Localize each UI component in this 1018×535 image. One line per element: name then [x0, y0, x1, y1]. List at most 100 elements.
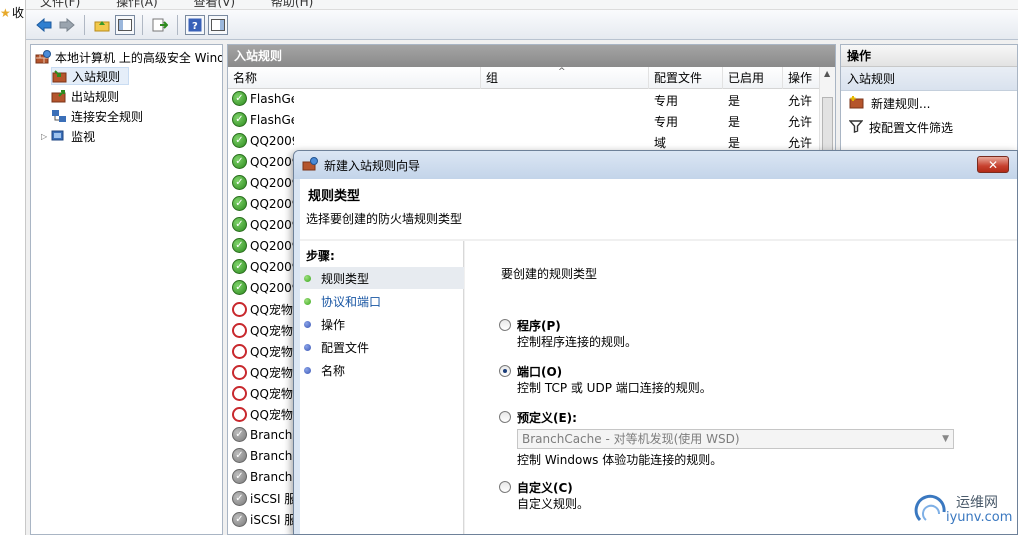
favorites-strip: ★ 收: [0, 0, 26, 535]
favorites-label[interactable]: 收: [12, 4, 24, 21]
radio-predefined[interactable]: [499, 411, 511, 423]
expand-arrow-icon[interactable]: ▷: [41, 132, 47, 141]
rule-off-icon: ✓: [232, 469, 247, 484]
dialog-titlebar[interactable]: 新建入站规则向导 ✕: [294, 151, 1017, 179]
tree-item-connection-security-rules[interactable]: 连接安全规则: [51, 107, 143, 125]
rule-block-icon: [232, 302, 247, 317]
steps-panel: 步骤: 规则类型 协议和端口 操作 配置文件 名称: [300, 241, 464, 534]
tree-item-outbound-rules[interactable]: 出站规则: [51, 87, 119, 105]
rule-type-question: 要创建的规则类型: [501, 267, 598, 281]
rule-name-cell: QQ宠物: [232, 385, 294, 402]
menu-bar: 文件(F) 操作(A) 查看(V) 帮助(H): [26, 0, 1018, 10]
rule-name: FlashGet: [250, 112, 294, 127]
rule-name: FlashGet: [250, 91, 294, 106]
connection-security-icon: [51, 109, 67, 123]
help-icon[interactable]: ?: [185, 14, 205, 35]
wizard-body: 步骤: 规则类型 协议和端口 操作 配置文件 名称 要创建的规则类型 程序(P)…: [300, 239, 1017, 534]
rule-name: QQ宠物: [250, 387, 293, 401]
back-icon[interactable]: [34, 15, 54, 35]
rule-block-icon: [232, 407, 247, 422]
rule-name: BranchCache: [250, 427, 294, 442]
wizard-header: 规则类型 选择要创建的防火墙规则类型: [300, 179, 1017, 239]
dropdown-arrow-icon: ▼: [942, 434, 949, 444]
close-button[interactable]: ✕: [977, 156, 1009, 173]
step-label: 配置文件: [321, 340, 370, 355]
rule-name-cell: ✓QQ2009: [232, 238, 294, 253]
rule-block-icon: [232, 365, 247, 380]
rule-name: QQ宠物: [250, 303, 293, 317]
forward-icon[interactable]: [57, 15, 77, 35]
step-profile[interactable]: 配置文件: [300, 336, 464, 358]
action-filter-by-profile[interactable]: 按配置文件筛选: [841, 115, 1017, 139]
column-header-enabled[interactable]: 已启用: [723, 67, 783, 89]
up-folder-icon[interactable]: [92, 15, 112, 35]
step-protocol-ports[interactable]: 协议和端口: [300, 290, 464, 312]
action-new-rule[interactable]: 新建规则...: [841, 91, 1017, 115]
rule-off-icon: ✓: [232, 427, 247, 442]
option-description: 控制 TCP 或 UDP 端口连接的规则。: [517, 381, 712, 395]
column-header-profile[interactable]: 配置文件: [649, 67, 723, 89]
scroll-up-arrow-icon[interactable]: ▲: [824, 69, 830, 78]
tree-item-monitoring[interactable]: ▷ 监视: [41, 127, 95, 145]
scrollbar-thumb[interactable]: [822, 97, 833, 157]
tree-item-label: 连接安全规则: [71, 109, 144, 124]
column-header-action[interactable]: 操作: [783, 67, 821, 89]
column-header-name[interactable]: 名称: [228, 67, 481, 89]
toolbar-separator: [177, 14, 178, 35]
tree-item-inbound-rules[interactable]: 入站规则: [51, 67, 129, 85]
step-label: 规则类型: [321, 271, 370, 286]
rule-allow-icon: ✓: [232, 175, 247, 190]
new-rule-icon: [849, 95, 865, 112]
tree-item-label: 监视: [71, 129, 96, 144]
outbound-rules-icon: [51, 89, 67, 103]
menu-view[interactable]: 查看(V): [194, 0, 236, 9]
rule-name-cell: QQ宠物: [232, 343, 294, 360]
rule-name-cell: ✓BranchCache: [232, 448, 294, 463]
table-row[interactable]: ✓QQ2009 域 是 允许: [228, 131, 835, 152]
navigation-tree: 本地计算机 上的高级安全 Windows 防火墙 入站规则 出站规则 连接安全规…: [30, 44, 223, 535]
rule-name: QQ2009: [250, 238, 294, 253]
rule-name: QQ2009: [250, 259, 294, 274]
radio-program[interactable]: [499, 319, 511, 331]
rule-name: QQ宠物: [250, 408, 293, 422]
star-icon: ★: [0, 6, 11, 20]
export-list-icon[interactable]: [150, 15, 170, 35]
rule-profile: 域: [654, 136, 667, 150]
step-rule-type[interactable]: 规则类型: [300, 267, 464, 289]
step-pending-icon: [304, 343, 311, 351]
step-label: 协议和端口: [321, 294, 382, 309]
rule-action: 允许: [788, 94, 813, 108]
new-inbound-rule-wizard: 新建入站规则向导 ✕ 规则类型 选择要创建的防火墙规则类型 步骤: 规则类型 协…: [293, 150, 1018, 535]
show-hide-action-pane-icon[interactable]: [208, 14, 228, 35]
table-row[interactable]: ✓FlashGet 专用 是 允许: [228, 110, 835, 131]
table-row[interactable]: ✓FlashGet 专用 是 允许: [228, 89, 835, 110]
toolbar-separator: [142, 14, 143, 35]
predefined-dropdown[interactable]: BranchCache - 对等机发现(使用 WSD) ▼: [517, 429, 954, 449]
rule-off-icon: ✓: [232, 448, 247, 463]
column-header-row: 名称 组 ^ 配置文件 已启用 操作: [228, 67, 835, 89]
rule-allow-icon: ✓: [232, 196, 247, 211]
radio-port[interactable]: [499, 365, 511, 377]
step-name[interactable]: 名称: [300, 359, 464, 381]
rule-allow-icon: ✓: [232, 133, 247, 148]
dialog-title: 新建入站规则向导: [324, 158, 421, 173]
rule-name-cell: ✓FlashGet: [232, 112, 294, 127]
menu-file[interactable]: 文件(F): [40, 0, 80, 9]
rule-name-cell: ✓QQ2009: [232, 175, 294, 190]
step-action[interactable]: 操作: [300, 313, 464, 335]
rule-name-cell: QQ宠物: [232, 406, 294, 423]
menu-action[interactable]: 操作(A): [116, 0, 158, 9]
rule-block-icon: [232, 344, 247, 359]
show-hide-tree-icon[interactable]: [115, 14, 135, 35]
actions-title: 操作: [841, 45, 1017, 67]
tree-root[interactable]: 本地计算机 上的高级安全 Windows 防火墙: [35, 48, 222, 66]
watermark-en-text: iyunv.com: [946, 510, 1013, 525]
rule-allow-icon: ✓: [232, 217, 247, 232]
rule-name: iSCSI 服务: [250, 492, 294, 506]
menu-help[interactable]: 帮助(H): [271, 0, 313, 9]
step-label: 操作: [321, 317, 346, 332]
actions-section-inbound[interactable]: 入站规则: [841, 67, 1017, 91]
rule-name: BranchCache: [250, 469, 294, 484]
radio-custom[interactable]: [499, 481, 511, 493]
rule-name: BranchCache: [250, 448, 294, 463]
